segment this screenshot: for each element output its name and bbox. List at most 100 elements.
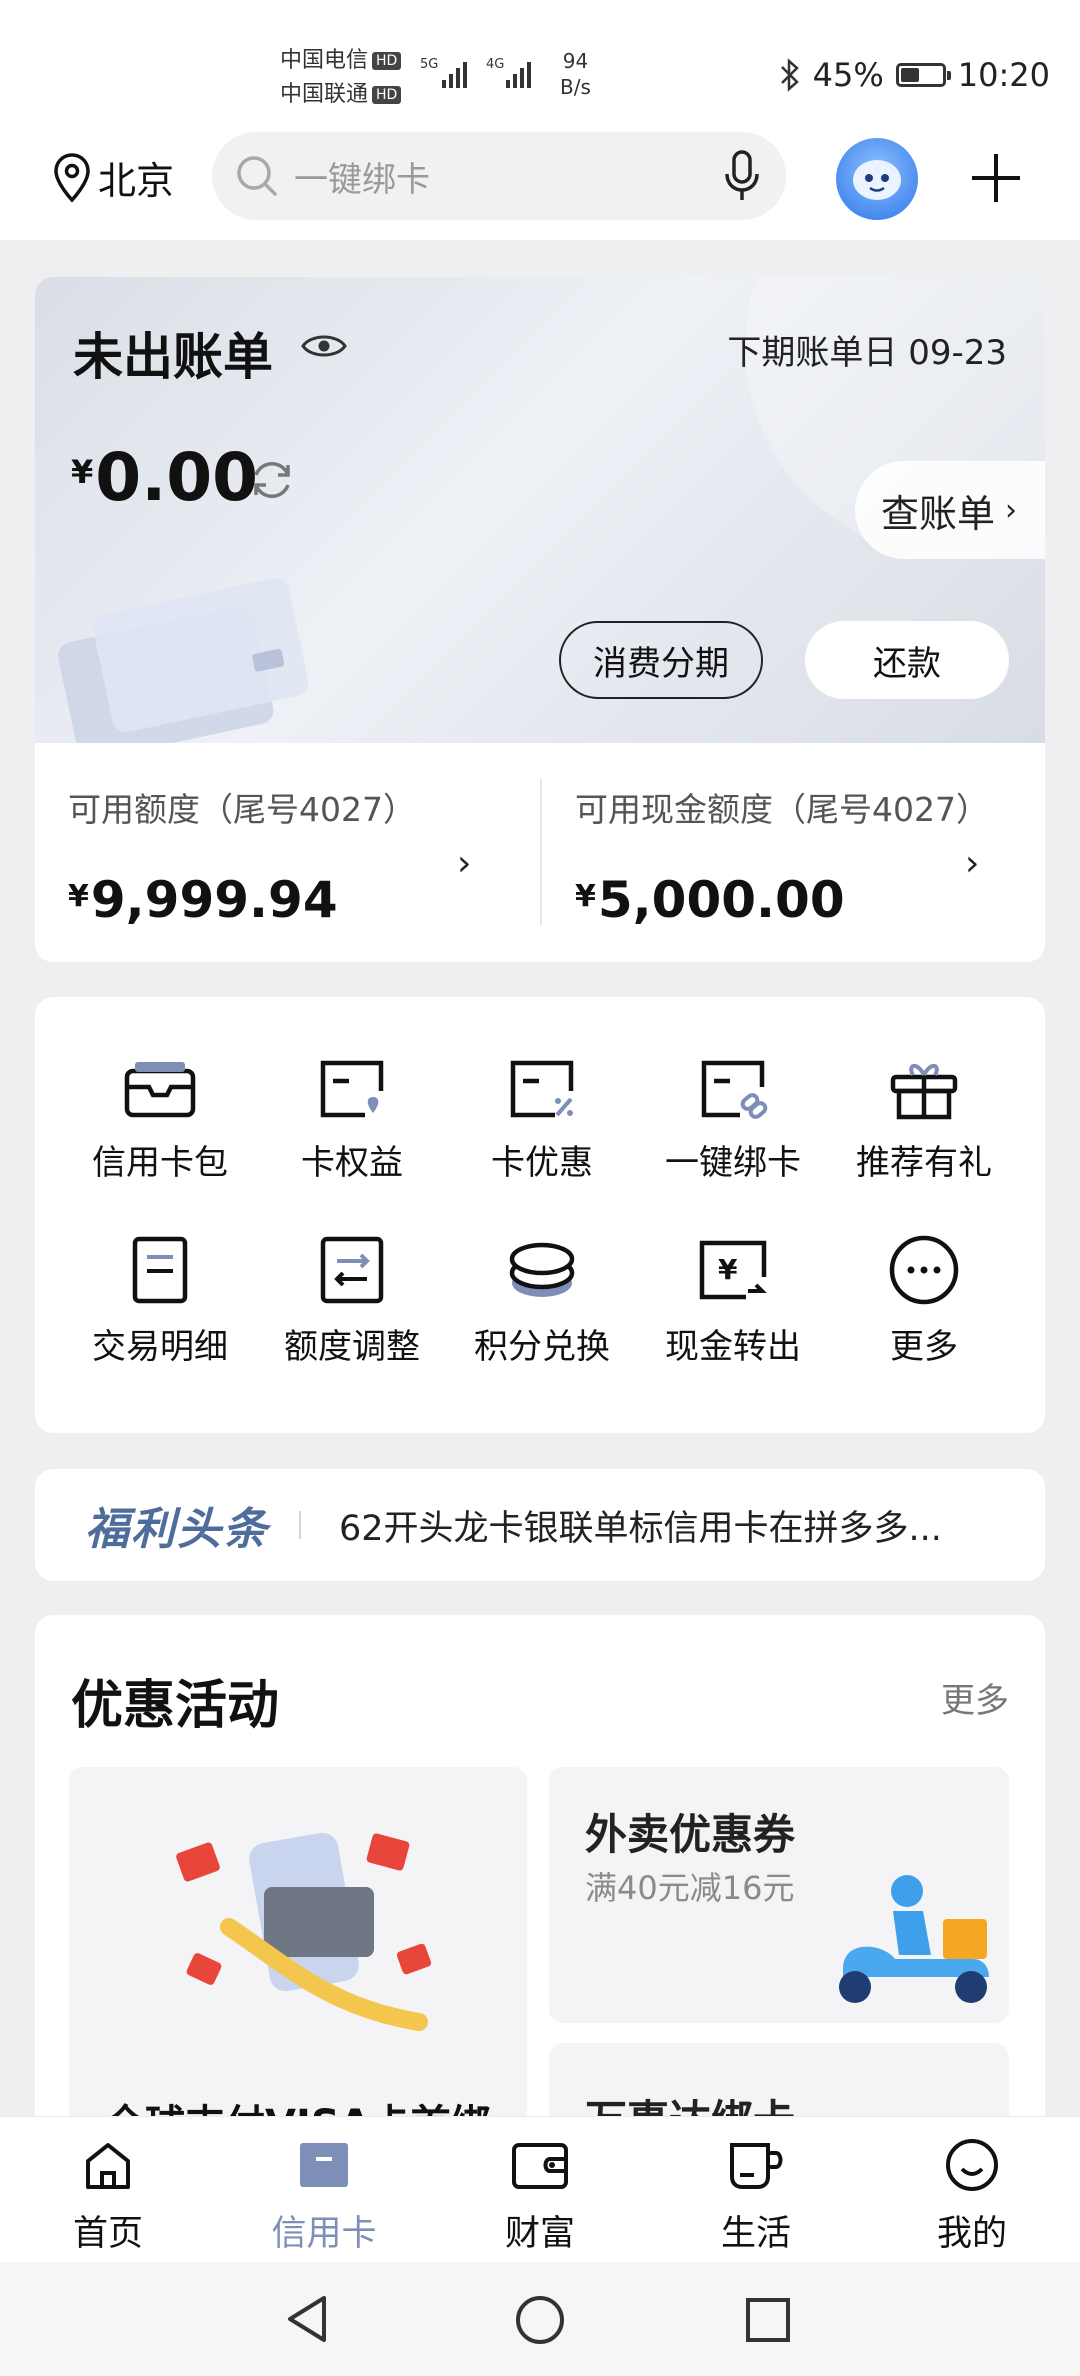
microphone-icon[interactable] — [724, 150, 760, 202]
promo-card-takeout[interactable]: 外卖优惠券 满40元减16元 — [549, 1767, 1009, 2023]
nav-label: 财富 — [504, 2214, 575, 2254]
chevron-right-icon[interactable]: › — [965, 843, 979, 884]
location-label: 北京 — [98, 159, 175, 203]
nav-home[interactable]: 首页 — [38, 2137, 178, 2256]
nav-label: 我的 — [936, 2214, 1007, 2254]
card-discount-icon — [510, 1060, 574, 1118]
nav-credit-card[interactable]: 信用卡 — [254, 2137, 394, 2256]
nav-wealth[interactable]: 财富 — [470, 2137, 610, 2256]
installment-button[interactable]: 消费分期 — [559, 621, 763, 699]
shortcut-card-wallet[interactable]: 信用卡包 — [65, 1057, 255, 1184]
currency-symbol: ¥ — [575, 879, 596, 914]
welfare-headline-banner[interactable]: 福利头条 62开头龙卡银联单标信用卡在拼多多... — [35, 1469, 1045, 1581]
net-4g: 4G — [486, 57, 504, 72]
speed-value: 94 — [562, 49, 589, 73]
cash-quota-amount: 5,000.00 — [597, 871, 845, 929]
shortcut-cash-out[interactable]: ¥ 现金转出 — [638, 1235, 828, 1368]
shortcut-points-exchange[interactable]: 积分兑换 — [447, 1235, 637, 1368]
shortcut-label: 积分兑换 — [474, 1327, 610, 1367]
hd-badge: HD — [372, 86, 402, 104]
shortcut-quota-adjust[interactable]: 额度调整 — [257, 1235, 447, 1368]
shortcut-label: 推荐有礼 — [856, 1143, 992, 1183]
card-benefit-icon — [320, 1060, 384, 1118]
signal-icon: 5G 4G — [420, 54, 550, 98]
divider — [540, 779, 542, 925]
smile-icon — [946, 2139, 998, 2191]
scooter-illustration — [839, 1875, 989, 2003]
system-navigation-bar — [0, 2262, 1080, 2376]
nav-life[interactable]: 生活 — [686, 2137, 826, 2256]
eye-icon[interactable] — [301, 331, 347, 361]
red-envelope-card-illustration — [176, 1832, 432, 2031]
shortcut-label: 额度调整 — [284, 1327, 420, 1367]
currency-symbol: ¥ — [71, 453, 94, 491]
svg-text:¥: ¥ — [718, 1253, 738, 1286]
shortcut-label: 一键绑卡 — [665, 1143, 801, 1183]
available-quota-label: 可用额度（尾号4027） — [68, 790, 416, 829]
bill-amount-value: 0.00 — [95, 439, 259, 516]
home-circle-icon[interactable] — [514, 2294, 566, 2346]
credit-card-illustration — [58, 578, 309, 743]
add-icon[interactable] — [966, 148, 1026, 208]
location-selector[interactable]: 北京 — [52, 150, 174, 205]
shortcut-label: 信用卡包 — [92, 1143, 228, 1183]
available-quota-amount: 9,999.94 — [90, 871, 338, 929]
carrier-2: 中国联通 — [280, 82, 369, 107]
quota-panel: 可用额度（尾号4027） ¥9,999.94 › 可用现金额度（尾号4027） … — [35, 743, 1045, 962]
adjust-icon — [320, 1236, 384, 1304]
shortcut-card-link[interactable]: 一键绑卡 — [638, 1057, 828, 1184]
chevron-right-icon: › — [1005, 492, 1018, 528]
cash-out-icon: ¥ — [699, 1240, 767, 1300]
speed-unit: B/s — [560, 75, 591, 99]
bill-amount: ¥0.00 — [71, 439, 258, 516]
shortcut-label: 卡优惠 — [491, 1143, 593, 1183]
search-icon — [237, 156, 277, 196]
cash-quota-label: 可用现金额度（尾号4027） — [575, 790, 989, 829]
robot-icon — [853, 160, 901, 200]
net-speed: 94 B/s — [560, 48, 591, 100]
cup-icon — [730, 2143, 783, 2189]
shortcut-card-discount[interactable]: 卡优惠 — [447, 1057, 637, 1184]
shortcut-label: 更多 — [890, 1327, 958, 1367]
nav-label: 信用卡 — [271, 2214, 377, 2254]
divider — [299, 1511, 301, 1539]
carrier-1: 中国电信 — [280, 48, 369, 73]
document-icon — [132, 1236, 188, 1304]
recents-icon[interactable] — [744, 2296, 792, 2344]
chevron-right-icon[interactable]: › — [457, 843, 471, 884]
assistant-avatar[interactable] — [836, 138, 918, 220]
hd-badge: HD — [372, 52, 402, 70]
wallet-card-icon — [124, 1062, 196, 1118]
shortcut-label: 卡权益 — [301, 1143, 403, 1183]
cash-quota[interactable]: 可用现金额度（尾号4027） ¥5,000.00 — [575, 783, 989, 929]
location-pin-icon — [54, 152, 90, 203]
status-right: 45% 10:20 — [779, 56, 1050, 94]
shortcut-transactions[interactable]: 交易明细 — [65, 1235, 255, 1368]
promotions-title: 优惠活动 — [71, 1676, 280, 1736]
check-bill-button[interactable]: 查账单 › — [855, 461, 1045, 559]
unbilled-card: 未出账单 下期账单日 09-23 ¥0.00 查账单 › 消费分期 还款 — [35, 277, 1045, 743]
back-icon[interactable] — [282, 2292, 332, 2346]
bottom-navigation: 首页 信用卡 财富 生活 我的 — [0, 2116, 1080, 2263]
bill-title: 未出账单 — [73, 328, 273, 386]
carrier-info: 中国电信 HD 中国联通 HD — [280, 44, 402, 112]
shortcut-card-benefit[interactable]: 卡权益 — [257, 1057, 447, 1184]
net-5g: 5G — [420, 57, 438, 72]
promotions-more-link[interactable]: 更多 — [941, 1673, 1009, 1722]
nav-label: 生活 — [720, 2214, 791, 2254]
search-bar[interactable]: 一键绑卡 — [212, 132, 786, 220]
battery-percent: 45% — [812, 56, 884, 94]
nav-mine[interactable]: 我的 — [902, 2137, 1042, 2256]
refresh-icon[interactable] — [247, 455, 297, 505]
shortcut-referral-gift[interactable]: 推荐有礼 — [829, 1057, 1019, 1184]
more-icon — [889, 1235, 959, 1305]
available-quota[interactable]: 可用额度（尾号4027） ¥9,999.94 — [68, 783, 416, 929]
repay-button[interactable]: 还款 — [805, 621, 1009, 699]
check-bill-label: 查账单 — [881, 491, 996, 536]
welfare-brand: 福利头条 — [85, 1504, 269, 1555]
search-placeholder: 一键绑卡 — [294, 159, 430, 200]
wallet-icon — [512, 2143, 568, 2189]
welfare-headline: 62开头龙卡银联单标信用卡在拼多多... — [339, 1508, 942, 1549]
shortcut-more[interactable]: 更多 — [829, 1235, 1019, 1368]
home-icon — [86, 2143, 130, 2189]
